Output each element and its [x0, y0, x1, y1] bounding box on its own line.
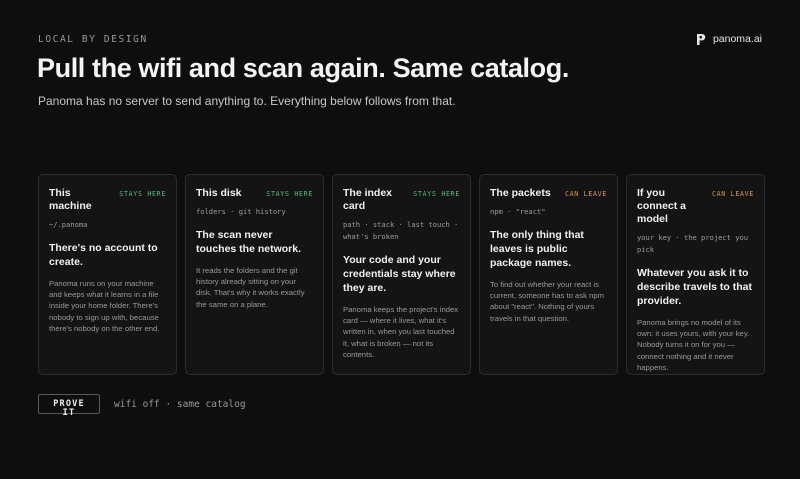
card-body: It reads the folders and the git history…: [196, 266, 305, 309]
card-lead: The only thing that leaves is public pac…: [490, 229, 584, 269]
card-title: If you connect a model: [637, 187, 687, 225]
card-connect-model: If you connect a model CAN LEAVE your ke…: [626, 174, 765, 375]
page-subtitle: Panoma has no server to send anything to…: [38, 94, 456, 108]
prove-it-button[interactable]: PROVE IT: [38, 394, 100, 418]
card-body: Panoma brings no model of its own: it us…: [637, 318, 750, 372]
card-lead: The scan never touches the network.: [196, 229, 302, 255]
status-badge: STAYS HERE: [119, 190, 166, 198]
brand-name: panoma.ai: [712, 33, 762, 45]
eyebrow-label: LOCAL BY DESIGN: [38, 34, 148, 45]
card-title: This machine: [49, 187, 92, 212]
brand-link[interactable]: panoma.ai: [696, 33, 762, 45]
card-this-machine: This machine STAYS HERE ~/.panoma There'…: [38, 174, 177, 375]
card-lead: There's no account to create.: [49, 242, 158, 268]
card-meta: ~/.panoma: [49, 220, 88, 229]
card-lead: Your code and your credentials stay wher…: [343, 254, 456, 294]
status-badge: CAN LEAVE: [564, 190, 607, 198]
card-title: The packets: [490, 187, 551, 199]
card-this-disk: This disk STAYS HERE folders · git histo…: [185, 174, 324, 375]
proof-row: PROVE IT wifi off · same catalog: [38, 394, 246, 418]
card-title: The index card: [343, 187, 393, 212]
card-body: To find out whether your react is curren…: [490, 280, 605, 323]
card-lead: Whatever you ask it to describe travels …: [637, 267, 752, 307]
card-meta: your key · the project you pick: [637, 233, 749, 254]
card-title: This disk: [196, 187, 242, 199]
card-meta: folders · git history: [196, 207, 286, 216]
card-body: Panoma runs on your machine and keeps wh…: [49, 279, 160, 333]
status-badge: STAYS HERE: [413, 190, 460, 198]
cards-row: This machine STAYS HERE ~/.panoma There'…: [38, 174, 765, 375]
card-index-card: The index card STAYS HERE path · stack ·…: [332, 174, 471, 375]
proof-note: wifi off · same catalog: [114, 398, 246, 410]
page-title: Pull the wifi and scan again. Same catal…: [37, 53, 569, 83]
card-meta: npm · "react": [490, 207, 546, 216]
panoma-logo-icon: [696, 33, 706, 45]
card-meta: path · stack · last touch · what's broke…: [343, 220, 459, 241]
status-badge: CAN LEAVE: [711, 190, 754, 198]
card-packets: The packets CAN LEAVE npm · "react" The …: [479, 174, 618, 375]
status-badge: STAYS HERE: [266, 190, 313, 198]
card-body: Panoma keeps the project's index card — …: [343, 305, 459, 359]
